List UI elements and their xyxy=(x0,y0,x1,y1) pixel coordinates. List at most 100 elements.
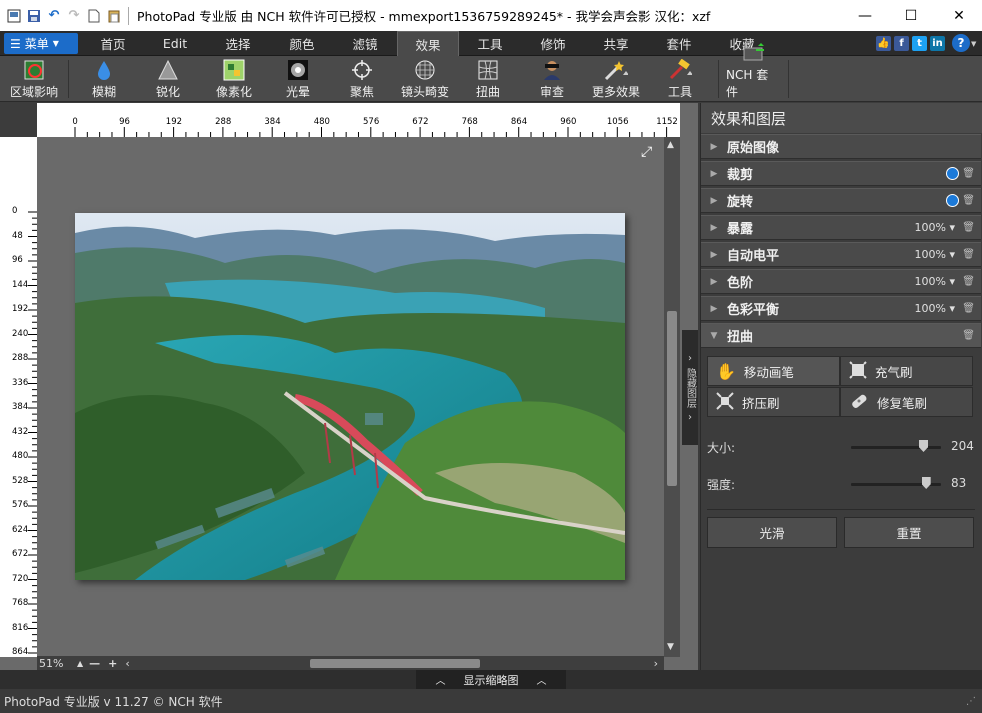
resize-grip-icon[interactable]: ⋰ xyxy=(966,696,976,707)
menu-lines-icon: ☰ xyxy=(10,36,21,51)
area-effect-button[interactable]: 区域影响 xyxy=(6,58,62,100)
layer-row[interactable]: ▶ 原始图像 xyxy=(701,134,981,159)
layer-row[interactable]: ▶ 裁剪 🗑 xyxy=(701,161,981,186)
layer-row[interactable]: ▶ 色彩平衡 100% ▾ 🗑 xyxy=(701,296,981,321)
layer-opacity-dropdown[interactable]: 100% ▾ xyxy=(915,275,955,288)
expand-right-icon[interactable]: ▶ xyxy=(701,223,727,233)
ruler-tick-label: 864 xyxy=(12,647,29,657)
layer-visibility-icon[interactable] xyxy=(946,167,959,180)
app-icon[interactable] xyxy=(6,8,22,24)
focus-icon xyxy=(350,58,374,81)
zoom-chevron-icon[interactable]: ▲ xyxy=(77,659,83,668)
size-value: 204 xyxy=(951,439,974,453)
glow-button[interactable]: 光晕 xyxy=(276,58,320,100)
repair-brush-button[interactable]: 修复笔刷 xyxy=(840,387,973,417)
undo-icon[interactable]: ↶ xyxy=(46,8,62,24)
ruler-tick-label: 0 xyxy=(12,206,18,216)
menu-button[interactable]: ☰ 菜单 ▼ xyxy=(4,33,78,54)
trash-icon[interactable]: 🗑 xyxy=(962,168,975,179)
tab-home[interactable]: 首页 xyxy=(82,31,144,56)
scroll-right-icon[interactable]: › xyxy=(654,657,658,670)
expand-right-icon[interactable]: ▶ xyxy=(701,304,727,314)
scroll-up-icon[interactable]: ▲ xyxy=(667,140,674,150)
layer-row[interactable]: ▶ 暴露 100% ▾ 🗑 xyxy=(701,215,981,240)
trash-icon[interactable]: 🗑 xyxy=(962,195,975,206)
expand-right-icon[interactable]: ▶ xyxy=(701,277,727,287)
hide-layers-tab[interactable]: › 隐藏图层 › xyxy=(682,330,698,445)
trash-icon[interactable]: 🗑 xyxy=(962,330,975,341)
new-icon[interactable] xyxy=(86,8,102,24)
maximize-button[interactable]: ☐ xyxy=(888,0,934,31)
show-thumbnails-button[interactable]: ︿ 显示缩略图 ︿ xyxy=(416,670,566,689)
move-brush-button[interactable]: ✋ 移动画笔 xyxy=(707,356,840,386)
linkedin-icon[interactable]: in xyxy=(930,36,945,51)
pinch-brush-button[interactable]: 挤压刷 xyxy=(707,387,840,417)
tab-filters[interactable]: 滤镜 xyxy=(334,31,396,56)
tools-dropdown-button[interactable]: 工具 xyxy=(656,58,704,100)
scroll-left-icon[interactable]: ‹ xyxy=(125,657,129,670)
inflate-brush-button[interactable]: 充气刷 xyxy=(840,356,973,386)
layer-name: 原始图像 xyxy=(727,141,780,156)
size-label: 大小: xyxy=(707,441,736,455)
layer-visibility-icon[interactable] xyxy=(946,194,959,207)
layer-opacity-dropdown[interactable]: 100% ▾ xyxy=(915,221,955,234)
nch-suite-button[interactable]: NCH 套件 xyxy=(726,43,780,100)
close-button[interactable]: ✕ xyxy=(936,0,982,31)
redo-icon[interactable]: ↷ xyxy=(66,8,82,24)
blur-button[interactable]: 模糊 xyxy=(82,58,126,100)
expand-right-icon[interactable]: ▶ xyxy=(701,196,727,206)
trash-icon[interactable]: 🗑 xyxy=(962,276,975,287)
help-button[interactable]: ? xyxy=(952,34,970,52)
strength-slider-knob[interactable] xyxy=(921,477,931,489)
tab-color[interactable]: 颜色 xyxy=(270,31,334,56)
ruler-tick-label: 576 xyxy=(363,117,380,127)
paste-icon[interactable] xyxy=(106,8,122,24)
expand-right-icon[interactable]: ▶ xyxy=(701,250,727,260)
distort-button[interactable]: 扭曲 xyxy=(466,58,510,100)
tab-tools[interactable]: 工具 xyxy=(459,31,521,56)
ruler-tick-label: 48 xyxy=(12,230,23,241)
facebook-icon[interactable]: f xyxy=(894,36,909,51)
tab-edit[interactable]: Edit xyxy=(144,31,206,56)
vertical-scroll-thumb[interactable] xyxy=(667,311,677,486)
lens-distortion-button[interactable]: 镜头畸变 xyxy=(398,58,452,100)
layer-row[interactable]: ▶ 自动电平 100% ▾ 🗑 xyxy=(701,242,981,267)
tab-share[interactable]: 共享 xyxy=(585,31,647,56)
reset-button[interactable]: 重置 xyxy=(844,517,974,548)
tab-effects[interactable]: 效果 xyxy=(397,31,459,56)
ruler-tick-label: 0 xyxy=(72,117,78,127)
layer-opacity-dropdown[interactable]: 100% ▾ xyxy=(915,302,955,315)
more-effects-button[interactable]: 更多效果 xyxy=(588,58,644,100)
trash-icon[interactable]: 🗑 xyxy=(962,222,975,233)
canvas-area[interactable]: 0 96 192 288 384 480 576 672 768 864 960 1056 1152 0… xyxy=(0,103,698,670)
minimize-button[interactable]: — xyxy=(842,0,888,31)
censor-button[interactable]: 审查 xyxy=(530,58,574,100)
layer-row[interactable]: ▶ 色阶 100% ▾ 🗑 xyxy=(701,269,981,294)
size-slider-knob[interactable] xyxy=(919,440,928,452)
layer-opacity-dropdown[interactable]: 100% ▾ xyxy=(915,248,955,261)
lens-distortion-icon xyxy=(413,58,437,81)
smooth-button[interactable]: 光滑 xyxy=(707,517,837,548)
tab-suite[interactable]: 套件 xyxy=(647,31,711,56)
tab-select[interactable]: 选择 xyxy=(206,31,270,56)
pixelate-button[interactable]: 像素化 xyxy=(210,58,258,100)
trash-icon[interactable]: 🗑 xyxy=(962,303,975,314)
horizontal-scroll-thumb[interactable] xyxy=(310,659,480,668)
like-icon[interactable]: 👍 xyxy=(876,36,891,51)
expand-down-icon[interactable]: ▼ xyxy=(701,331,727,341)
layer-row[interactable]: ▶ 旋转 🗑 xyxy=(701,188,981,213)
tab-retouch[interactable]: 修饰 xyxy=(521,31,585,56)
fullscreen-icon[interactable]: ⤢ xyxy=(641,144,652,160)
scroll-down-icon[interactable]: ▼ xyxy=(667,642,674,652)
expand-right-icon[interactable]: ▶ xyxy=(701,169,727,179)
layer-row[interactable]: ▼ 扭曲 🗑 xyxy=(701,323,981,348)
twitter-icon[interactable]: t xyxy=(912,36,927,51)
trash-icon[interactable]: 🗑 xyxy=(962,249,975,260)
expand-right-icon[interactable]: ▶ xyxy=(701,142,727,152)
zoom-in-icon[interactable]: + xyxy=(108,657,117,670)
save-icon[interactable] xyxy=(26,8,42,24)
zoom-out-icon[interactable]: — xyxy=(89,657,100,670)
focus-button[interactable]: 聚焦 xyxy=(340,58,384,100)
photo-image[interactable] xyxy=(75,213,625,580)
sharpen-button[interactable]: 锐化 xyxy=(146,58,190,100)
